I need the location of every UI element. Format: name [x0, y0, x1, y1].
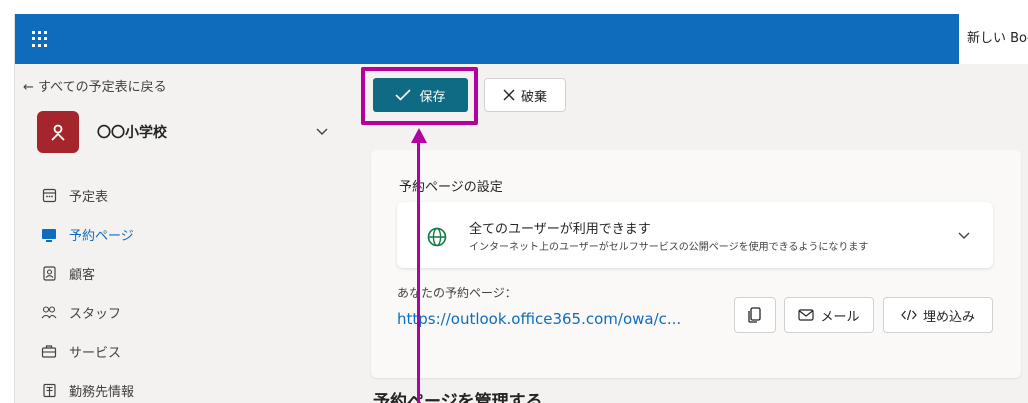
business-info-icon [41, 383, 57, 399]
booking-page-url[interactable]: https://outlook.office365.com/owa/c... [397, 310, 727, 328]
mail-button[interactable]: メール [784, 297, 874, 333]
mail-label: メール [820, 309, 860, 325]
chevron-down-icon[interactable] [315, 124, 329, 138]
app-tab-title[interactable]: 新しい Boo [959, 14, 1028, 64]
chevron-down-icon[interactable] [957, 228, 971, 242]
calendar-name: 〇〇小学校 [97, 125, 167, 141]
customers-icon [41, 266, 57, 282]
sidebar-item-label: 予定表 [69, 190, 109, 205]
sidebar-item-label: 顧客 [69, 268, 96, 283]
my-booking-page-label: あなたの予約ページ： [397, 286, 517, 300]
embed-label: 埋め込み [922, 309, 975, 325]
sidebar-item-label: 勤務先情報 [69, 385, 135, 400]
discard-button[interactable]: 破棄 [484, 78, 566, 112]
settings-title: 予約ページの設定 [399, 180, 503, 195]
staff-icon [41, 305, 57, 321]
sidebar-item-customers[interactable]: 顧客 [15, 254, 344, 293]
calendar-icon [41, 188, 57, 204]
app-launcher-icon[interactable] [32, 31, 48, 47]
code-icon [901, 309, 917, 321]
calendar-selector[interactable]: 〇〇小学校 [37, 108, 329, 156]
sidebar-item-calendar[interactable]: 予定表 [15, 176, 344, 215]
access-description: インターネット上のユーザーがセルフサービスの公開ページを使用できるようになります [469, 242, 869, 253]
sidebar-item-label: サービス [69, 346, 122, 361]
toolbar: 保存 破棄 [344, 64, 1028, 125]
copy-icon [748, 307, 761, 323]
sidebar-nav: 予定表 予約ページ 顧客 スタッフ サービス 勤務先情報 [15, 176, 344, 403]
annotation-arrow-line [417, 142, 420, 403]
access-dropdown[interactable]: 全てのユーザーが利用できます インターネット上のユーザーがセルフサービスの公開ペ… [397, 202, 993, 268]
close-icon [503, 89, 515, 101]
discard-label: 破棄 [520, 89, 547, 105]
back-to-calendars-link[interactable]: ← すべての予定表に戻る [23, 76, 167, 95]
copy-button[interactable] [734, 297, 776, 333]
sidebar-item-staff[interactable]: スタッフ [15, 293, 344, 332]
sidebar-item-services[interactable]: サービス [15, 332, 344, 371]
top-bar: 新しい Boo [15, 14, 1028, 64]
access-title: 全てのユーザーが利用できます [469, 222, 651, 237]
app-window: 新しい Boo ← すべての予定表に戻る 〇〇小学校 予定表 予約ページ 顧客 [14, 14, 1028, 403]
calendar-avatar [37, 111, 79, 153]
person-icon [51, 124, 65, 141]
booking-page-settings-panel: 予約ページの設定 全てのユーザーが利用できます インターネット上のユーザーがセル… [371, 150, 1021, 378]
sidebar-item-label: スタッフ [69, 307, 122, 322]
sidebar-item-business-info[interactable]: 勤務先情報 [15, 371, 344, 403]
sidebar: ← すべての予定表に戻る 〇〇小学校 予定表 予約ページ 顧客 スタッフ サービ… [15, 64, 344, 403]
sidebar-item-booking-page[interactable]: 予約ページ [15, 215, 344, 254]
annotation-highlight-box [361, 67, 478, 125]
main-content: 保存 破棄 予約ページの設定 全てのユーザーが利用できます インターネット上のユ… [344, 64, 1028, 403]
services-icon [41, 344, 57, 360]
embed-button[interactable]: 埋め込み [883, 297, 993, 333]
globe-icon [427, 227, 447, 247]
manage-booking-page-heading: 予約ページを管理する [373, 392, 543, 403]
annotation-arrow-head [411, 128, 427, 143]
mail-icon [798, 309, 815, 321]
booking-page-icon [41, 227, 57, 243]
sidebar-item-label: 予約ページ [69, 229, 134, 244]
